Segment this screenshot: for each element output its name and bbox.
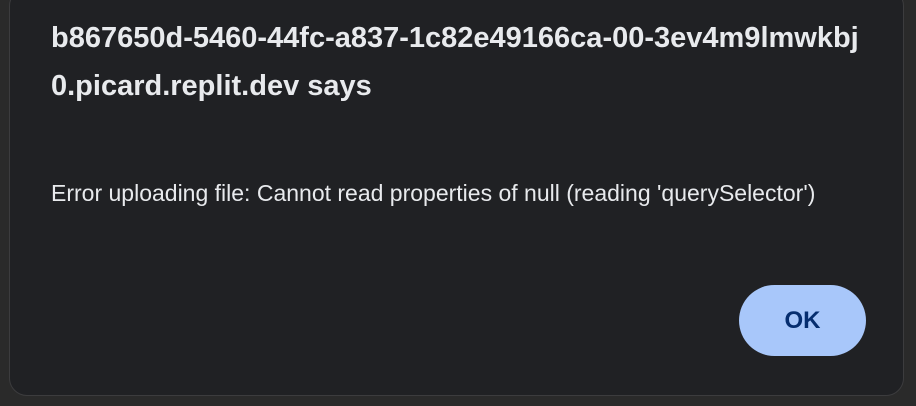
dialog-title: b867650d-5460-44fc-a837-1c82e49166ca-00-… [51,22,859,102]
dialog-message: Error uploading file: Cannot read proper… [51,180,816,206]
alert-dialog: b867650d-5460-44fc-a837-1c82e49166ca-00-… [9,0,904,396]
ok-button[interactable]: OK [739,285,866,356]
